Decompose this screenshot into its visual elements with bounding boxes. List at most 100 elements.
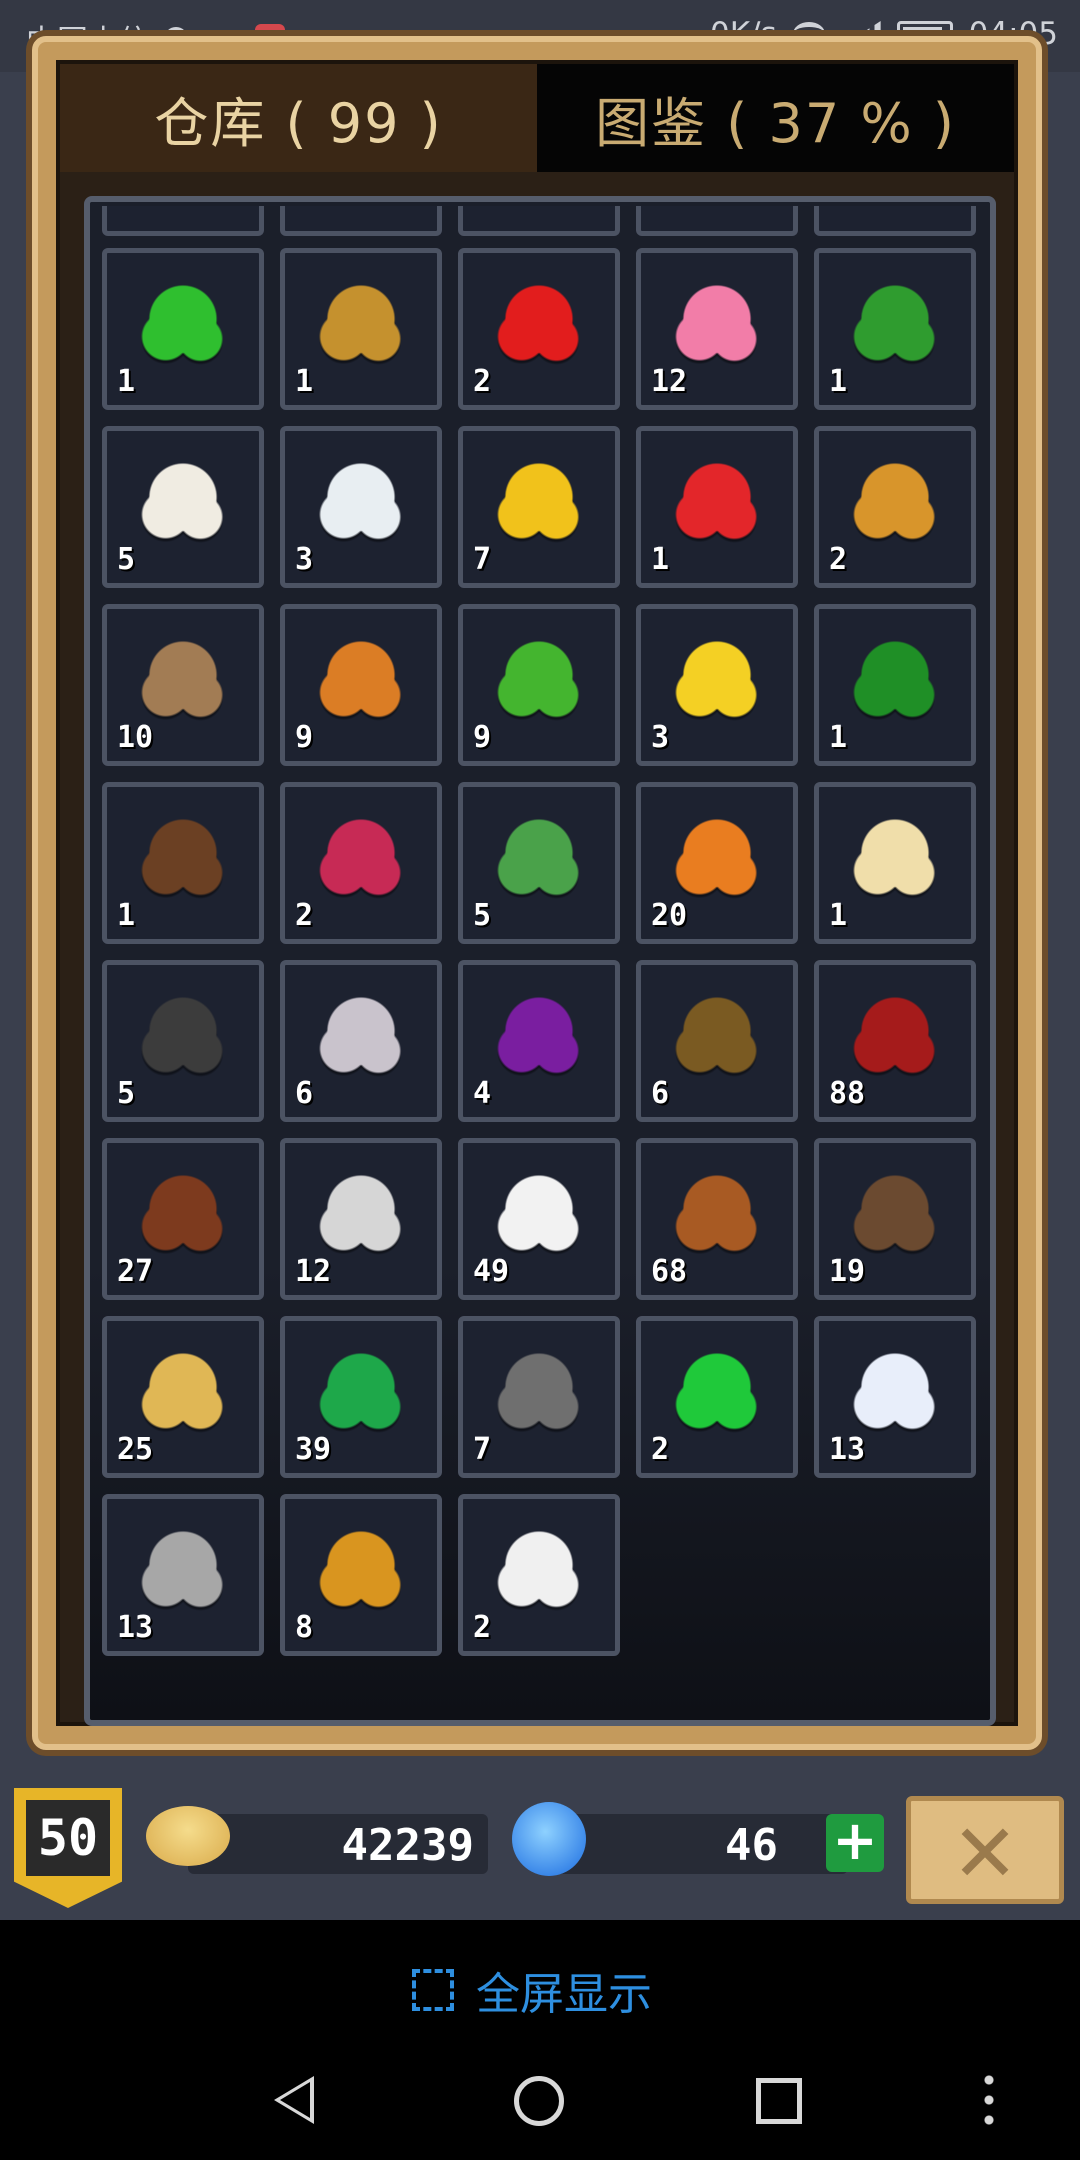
inventory-slot[interactable]: 6 [280, 960, 442, 1122]
item-count: 2 [473, 364, 492, 399]
inventory-slot[interactable]: 20 [636, 782, 798, 944]
inventory-slot[interactable]: 2 [814, 426, 976, 588]
back-nav-icon[interactable] [274, 2076, 314, 2124]
fullscreen-button[interactable]: 全屏显示 [412, 1958, 652, 2022]
item-count: 8 [295, 1610, 314, 1645]
expand-icon [412, 1969, 454, 2011]
fullscreen-label: 全屏显示 [476, 1969, 652, 2020]
level-value: 50 [26, 1800, 110, 1876]
green-grapes-icon [481, 801, 597, 917]
inventory-slot[interactable]: 2 [458, 248, 620, 410]
inventory-slot[interactable]: 27 [102, 1138, 264, 1300]
orange-shell-icon [837, 445, 953, 561]
partial-inventory-slot[interactable] [458, 206, 620, 236]
system-nav-bar [0, 2040, 1080, 2160]
gray-rock-icon [481, 1335, 597, 1451]
coin-value: 42239 [341, 1820, 474, 1871]
inventory-slot[interactable]: 49 [458, 1138, 620, 1300]
item-count: 5 [117, 542, 136, 577]
tab-warehouse[interactable]: 仓库 ( 99 ) [60, 64, 537, 172]
inventory-slot[interactable]: 9 [458, 604, 620, 766]
item-count: 4 [473, 1076, 492, 1111]
item-count: 3 [651, 720, 670, 755]
item-count: 13 [829, 1432, 866, 1467]
inventory-slot[interactable]: 10 [102, 604, 264, 766]
inventory-slot[interactable]: 1 [814, 782, 976, 944]
gem-value: 46 [725, 1820, 778, 1871]
inventory-slot[interactable]: 1 [280, 248, 442, 410]
item-count: 19 [829, 1254, 866, 1289]
item-count: 39 [295, 1432, 332, 1467]
inventory-slot[interactable]: 88 [814, 960, 976, 1122]
brown-mud-icon [659, 979, 775, 1095]
inventory-slot[interactable]: 2 [636, 1316, 798, 1478]
item-count: 2 [829, 542, 848, 577]
item-count: 9 [295, 720, 314, 755]
inventory-slot[interactable]: 9 [280, 604, 442, 766]
partial-inventory-slot[interactable] [636, 206, 798, 236]
inventory-slot[interactable]: 6 [636, 960, 798, 1122]
inventory-slot[interactable]: 7 [458, 1316, 620, 1478]
inventory-slot[interactable]: 4 [458, 960, 620, 1122]
close-button[interactable]: ✕ [906, 1796, 1064, 1904]
item-count: 3 [295, 542, 314, 577]
item-count: 5 [117, 1076, 136, 1111]
inventory-slot[interactable]: 25 [102, 1316, 264, 1478]
rolled-scroll-icon [837, 801, 953, 917]
item-count: 1 [295, 364, 314, 399]
inventory-slot[interactable]: 1 [636, 426, 798, 588]
partial-inventory-slot[interactable] [102, 206, 264, 236]
item-count: 1 [117, 364, 136, 399]
red-grapes-icon [303, 801, 419, 917]
white-flower-icon [303, 445, 419, 561]
inventory-slot[interactable]: 12 [280, 1138, 442, 1300]
inventory-slot[interactable]: 2 [458, 1494, 620, 1656]
more-options-icon[interactable] [984, 2070, 994, 2130]
item-count: 1 [651, 542, 670, 577]
inventory-slot[interactable]: 5 [102, 960, 264, 1122]
item-count: 88 [829, 1076, 866, 1111]
partial-inventory-slot[interactable] [814, 206, 976, 236]
inventory-slot[interactable]: 39 [280, 1316, 442, 1478]
item-count: 2 [651, 1432, 670, 1467]
inventory-slot[interactable]: 5 [102, 426, 264, 588]
inventory-slot[interactable]: 2 [280, 782, 442, 944]
inventory-panel-inner: 仓库 ( 99 ) 图鉴 ( 37 % ) 1 1 2 12 1 5 3 7 1 2 10 9 9 3 1 1… [56, 60, 1018, 1726]
home-nav-icon[interactable] [514, 2076, 564, 2126]
item-count: 12 [295, 1254, 332, 1289]
item-count: 7 [473, 1432, 492, 1467]
bone-icon [125, 445, 241, 561]
item-count: 1 [829, 364, 848, 399]
item-count: 9 [473, 720, 492, 755]
inventory-slot[interactable]: 13 [814, 1316, 976, 1478]
tree-stump-icon [125, 801, 241, 917]
recent-apps-icon[interactable] [756, 2078, 802, 2124]
inventory-slot[interactable]: 3 [636, 604, 798, 766]
inventory-slot[interactable]: 1 [814, 248, 976, 410]
partial-inventory-slot[interactable] [280, 206, 442, 236]
inventory-slot[interactable]: 13 [102, 1494, 264, 1656]
inventory-slot[interactable]: 12 [636, 248, 798, 410]
inventory-slot[interactable]: 5 [458, 782, 620, 944]
inventory-slot[interactable]: 1 [102, 782, 264, 944]
inventory-slot[interactable]: 3 [280, 426, 442, 588]
inventory-slot[interactable]: 1 [814, 604, 976, 766]
add-gems-button[interactable]: + [826, 1814, 884, 1872]
inventory-slot[interactable]: 19 [814, 1138, 976, 1300]
inventory-grid[interactable]: 1 1 2 12 1 5 3 7 1 2 10 9 9 3 1 1 2 5 20 1 5 6 4 6 88 27 12 49 68 19 2… [84, 196, 996, 1726]
inventory-slot[interactable]: 7 [458, 426, 620, 588]
close-icon: ✕ [951, 1807, 1019, 1900]
sunflower-icon [659, 623, 775, 739]
item-count: 12 [651, 364, 688, 399]
tab-codex[interactable]: 图鉴 ( 37 % ) [537, 64, 1014, 172]
bottom-bar: 50 42239 46 + ✕ [0, 1776, 1080, 1920]
purple-egg-shell-icon [481, 979, 597, 1095]
inventory-slot[interactable]: 1 [102, 248, 264, 410]
gold-coin-stack-icon [146, 1806, 230, 1866]
inventory-slot[interactable]: 8 [280, 1494, 442, 1656]
yellow-flower-icon [481, 445, 597, 561]
item-count: 2 [473, 1610, 492, 1645]
item-count: 5 [473, 898, 492, 933]
item-count: 1 [829, 898, 848, 933]
inventory-slot[interactable]: 68 [636, 1138, 798, 1300]
